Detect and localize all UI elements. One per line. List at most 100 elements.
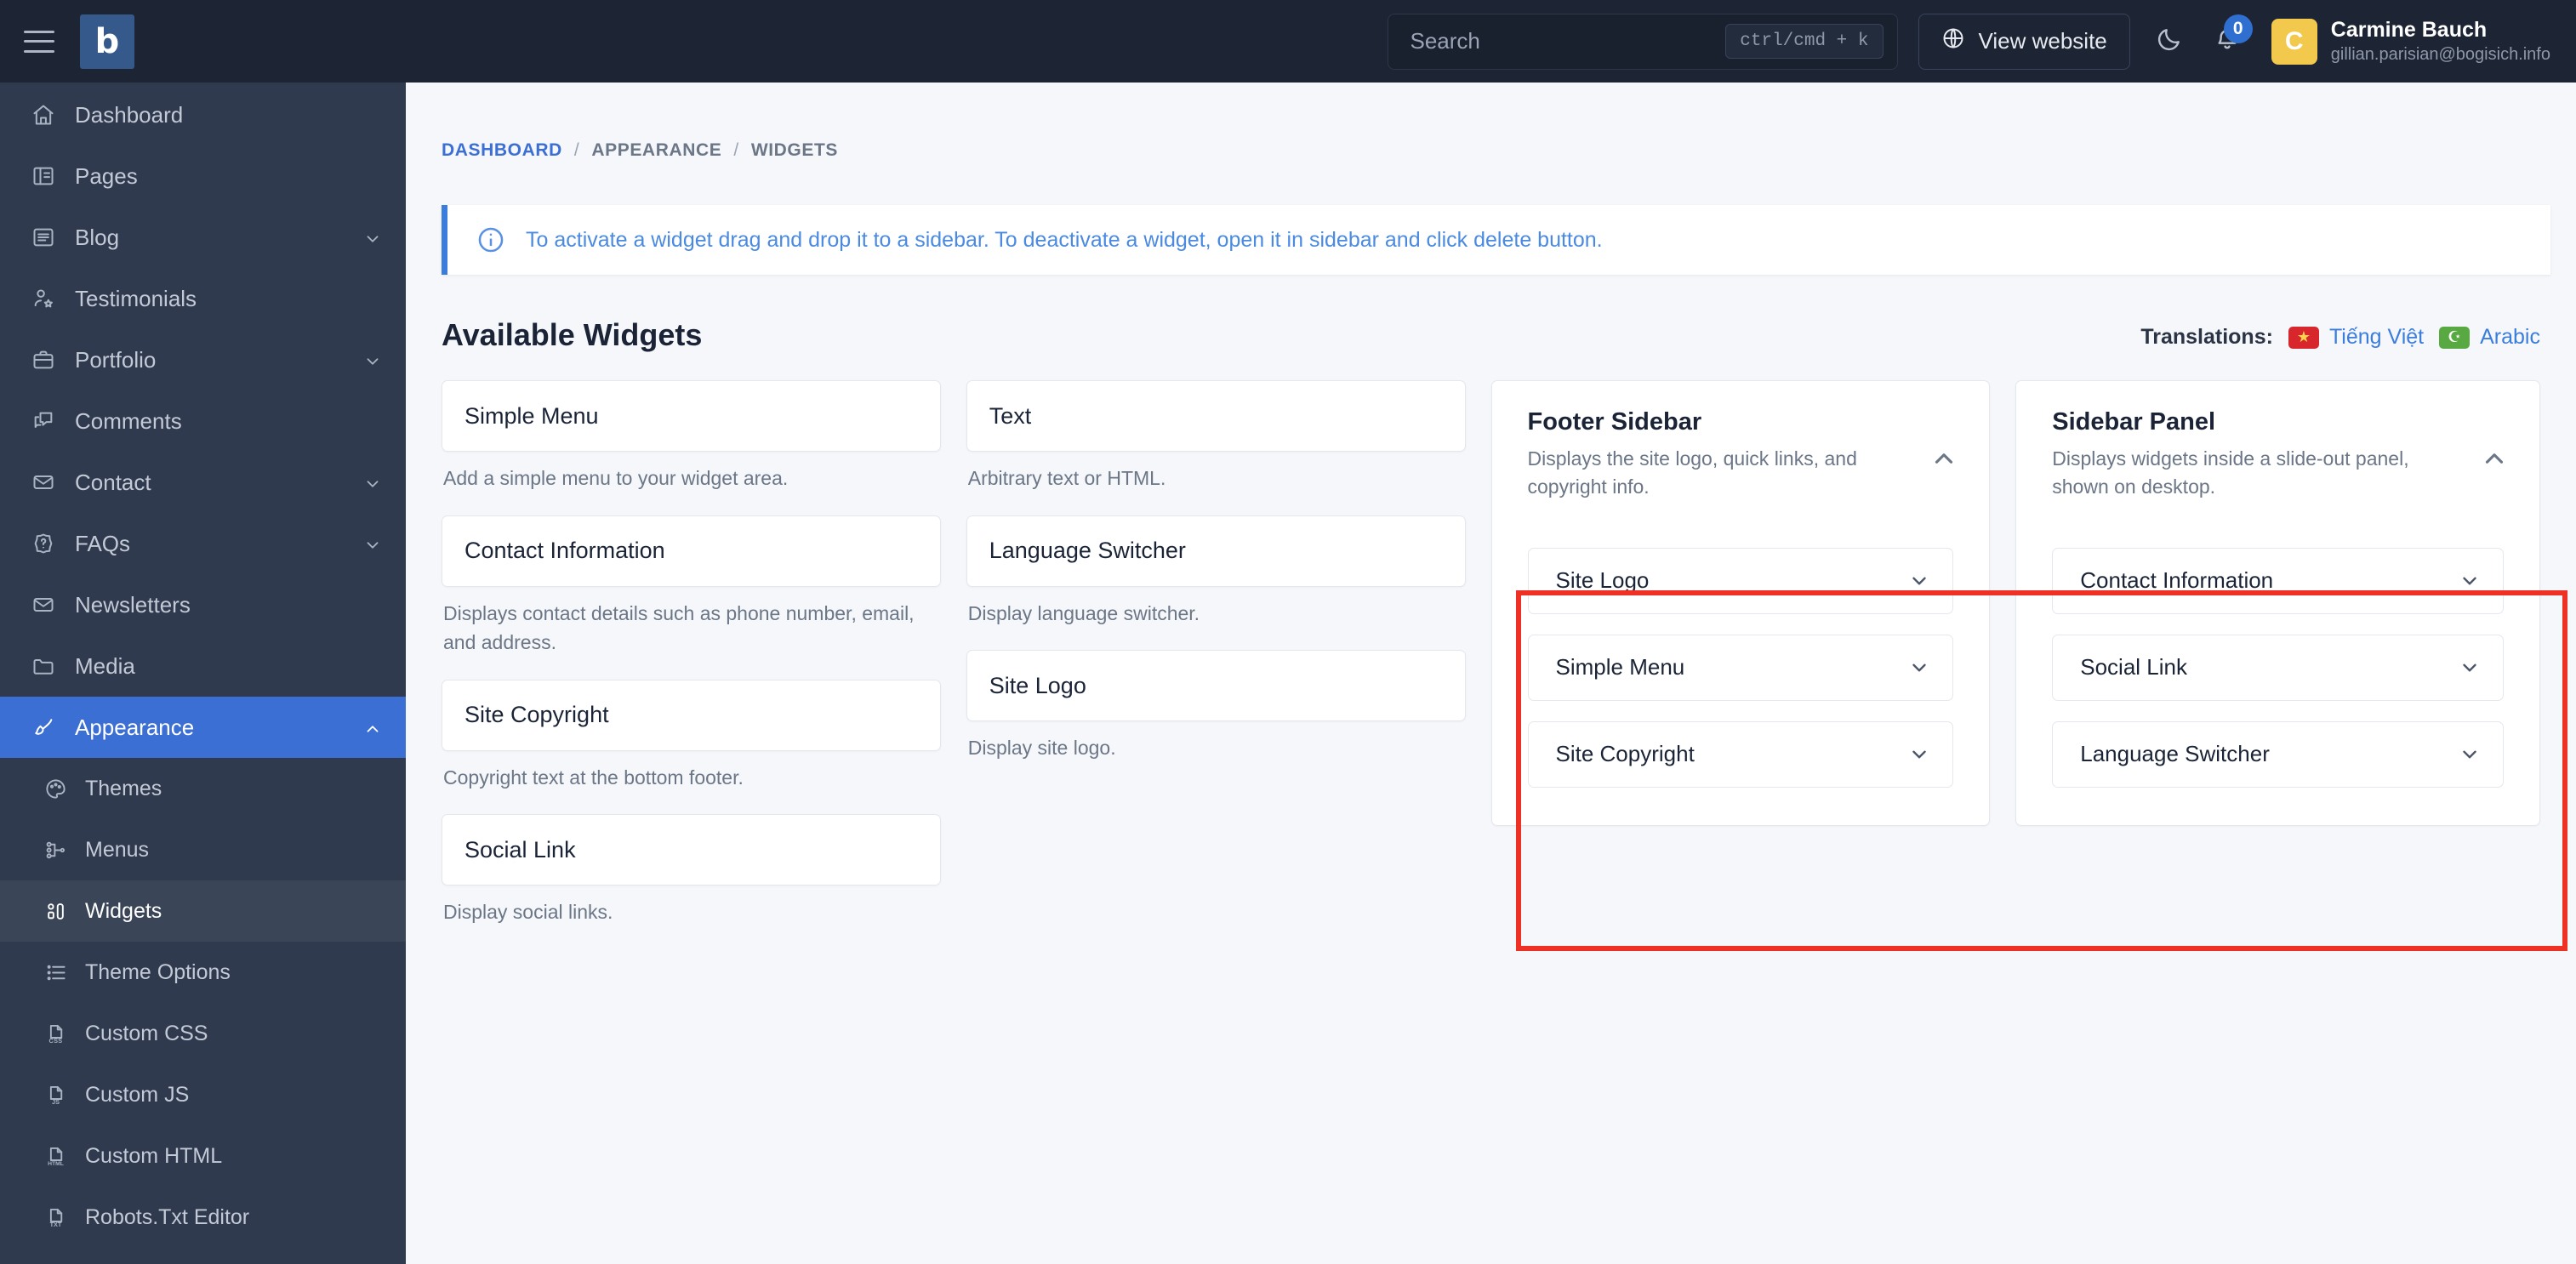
palette-icon	[43, 776, 68, 801]
sidebar-item-theme-options[interactable]: Theme Options	[0, 942, 406, 1003]
translations-bar: Translations: ★ Tiếng Việt ☪ Arabic	[2140, 325, 2540, 353]
widget-card-text[interactable]: Text	[966, 380, 1466, 452]
widget-card-simple-menu[interactable]: Simple Menu	[442, 380, 941, 452]
left-sidebar: b Dashboard Pages Blog Testimonials Port…	[0, 0, 406, 1264]
sidebar-item-faqs[interactable]: FAQs	[0, 513, 406, 574]
top-bar: Search ctrl/cmd + k View website 0 C Car…	[406, 0, 2576, 83]
widget-description: Display social links.	[443, 901, 613, 923]
breadcrumb-appearance: APPEARANCE	[591, 140, 722, 160]
sidebar-panel-title: Sidebar Panel	[2052, 408, 2216, 436]
chevron-down-icon[interactable]	[2459, 570, 2481, 592]
assigned-widget-contact-information[interactable]: Contact Information	[2052, 547, 2504, 614]
sidebar-item-label: Appearance	[75, 714, 195, 740]
chevron-down-icon	[363, 473, 382, 492]
assigned-widget-language-switcher[interactable]: Language Switcher	[2052, 720, 2504, 788]
page-content: DASHBOARD / APPEARANCE / WIDGETS To acti…	[406, 83, 2576, 1264]
sidebar-item-label: Contact	[75, 469, 151, 495]
chevron-down-icon	[363, 350, 382, 369]
available-widgets-column-1: Simple Menu Add a simple menu to your wi…	[442, 380, 966, 949]
sidebar-panel-title: Footer Sidebar	[1527, 408, 1702, 436]
comments-icon	[31, 408, 56, 434]
sidebar-item-contact[interactable]: Contact	[0, 452, 406, 513]
dark-mode-toggle[interactable]	[2151, 23, 2188, 60]
widget-card-contact-information[interactable]: Contact Information	[442, 515, 941, 587]
breadcrumb-separator: /	[733, 140, 739, 160]
assigned-widget-label: Site Copyright	[1555, 741, 1695, 767]
sidebar-item-label: Dashboard	[75, 101, 184, 128]
sidebar-subitem-label: Custom JS	[85, 1082, 190, 1107]
hamburger-icon[interactable]	[24, 30, 54, 53]
assigned-widget-simple-menu[interactable]: Simple Menu	[1527, 634, 1954, 701]
sidebar-panel-header: Footer Sidebar Displays the site logo, q…	[1492, 381, 1990, 526]
sidebar-item-comments[interactable]: Comments	[0, 390, 406, 452]
sidebar-item-appearance[interactable]: Appearance	[0, 697, 406, 758]
chevron-up-icon	[363, 718, 382, 737]
folder-icon	[31, 653, 56, 679]
sidebar-item-portfolio[interactable]: Portfolio	[0, 329, 406, 390]
assigned-widget-site-logo[interactable]: Site Logo	[1527, 547, 1954, 614]
sidebar-subitem-label: Theme Options	[85, 959, 231, 984]
sidebar-item-themes[interactable]: Themes	[0, 758, 406, 819]
translation-link-arabic[interactable]: ☪ Arabic	[2439, 325, 2540, 350]
sidebar-item-label: Portfolio	[75, 346, 157, 373]
assigned-widget-social-link[interactable]: Social Link	[2052, 634, 2504, 701]
svg-text:TXT: TXT	[49, 1221, 61, 1228]
assigned-widget-label: Contact Information	[2080, 567, 2274, 594]
sidebar-subitem-label: Themes	[85, 776, 162, 800]
question-badge-icon	[31, 531, 56, 556]
sidebar-item-menus[interactable]: Menus	[0, 819, 406, 880]
sidebar-item-dashboard[interactable]: Dashboard	[0, 84, 406, 145]
widget-card-site-copyright[interactable]: Site Copyright	[442, 679, 941, 751]
chevron-up-icon[interactable]	[1929, 444, 1958, 473]
chevron-down-icon[interactable]	[1908, 743, 1930, 766]
appearance-submenu: Themes Menus Widgets Theme Options CSS C…	[0, 758, 406, 1248]
sidebar-item-robots-txt-editor[interactable]: TXT Robots.Txt Editor	[0, 1187, 406, 1248]
brand-logo[interactable]: b	[80, 14, 134, 69]
search-shortcut-hint: ctrl/cmd + k	[1725, 24, 1884, 59]
view-website-button[interactable]: View website	[1918, 13, 2130, 70]
widgets-icon	[43, 898, 68, 924]
search-input[interactable]: Search ctrl/cmd + k	[1387, 13, 1898, 70]
svg-text:JS: JS	[52, 1098, 60, 1106]
sidebar-item-custom-css[interactable]: CSS Custom CSS	[0, 1003, 406, 1064]
widget-card-social-link[interactable]: Social Link	[442, 814, 941, 885]
sidebar-item-newsletters[interactable]: Newsletters	[0, 574, 406, 635]
sidebar-brand-bar: b	[0, 0, 406, 83]
file-js-icon: JS	[43, 1082, 68, 1107]
file-txt-icon: TXT	[43, 1204, 68, 1230]
sidebar-item-label: Media	[75, 652, 135, 679]
translation-link-vietnamese[interactable]: ★ Tiếng Việt	[2288, 325, 2424, 350]
sidebar-item-pages[interactable]: Pages	[0, 145, 406, 207]
chevron-up-icon[interactable]	[2480, 444, 2509, 473]
book-icon	[31, 163, 56, 189]
envelope-icon	[31, 592, 56, 618]
sidebar-item-custom-js[interactable]: JS Custom JS	[0, 1064, 406, 1125]
widget-description: Displays contact details such as phone n…	[443, 601, 915, 654]
assigned-widget-label: Simple Menu	[1555, 654, 1685, 680]
avatar: C	[2271, 18, 2317, 65]
assigned-widget-site-copyright[interactable]: Site Copyright	[1527, 720, 1954, 788]
translation-label: Tiếng Việt	[2328, 325, 2425, 349]
chevron-down-icon[interactable]	[2459, 657, 2481, 679]
chevron-down-icon[interactable]	[1908, 570, 1930, 592]
widget-card-site-logo[interactable]: Site Logo	[966, 650, 1466, 721]
chevron-down-icon	[363, 534, 382, 553]
user-menu[interactable]: C Carmine Bauch gillian.parisian@bogisic…	[2266, 17, 2550, 65]
sidebar-item-blog[interactable]: Blog	[0, 207, 406, 268]
sidebar-item-label: FAQs	[75, 530, 131, 556]
sidebar-item-custom-html[interactable]: HTML Custom HTML	[0, 1125, 406, 1187]
sidebar-item-widgets[interactable]: Widgets	[0, 880, 406, 942]
notifications-button[interactable]: 0	[2208, 14, 2253, 60]
chevron-down-icon[interactable]	[2459, 743, 2481, 766]
moon-icon	[2156, 26, 2183, 57]
sidebar-item-media[interactable]: Media	[0, 635, 406, 697]
sidebar-item-testimonials[interactable]: Testimonials	[0, 268, 406, 329]
breadcrumb-dashboard[interactable]: DASHBOARD	[442, 140, 562, 161]
admin-app: b Dashboard Pages Blog Testimonials Port…	[0, 0, 2576, 1264]
sidebar-item-label: Pages	[75, 162, 138, 189]
chevron-down-icon[interactable]	[1908, 657, 1930, 679]
widget-card-language-switcher[interactable]: Language Switcher	[966, 515, 1466, 587]
svg-text:HTML: HTML	[48, 1161, 64, 1167]
assigned-widget-label: Social Link	[2080, 654, 2187, 680]
file-html-icon: HTML	[43, 1143, 68, 1169]
